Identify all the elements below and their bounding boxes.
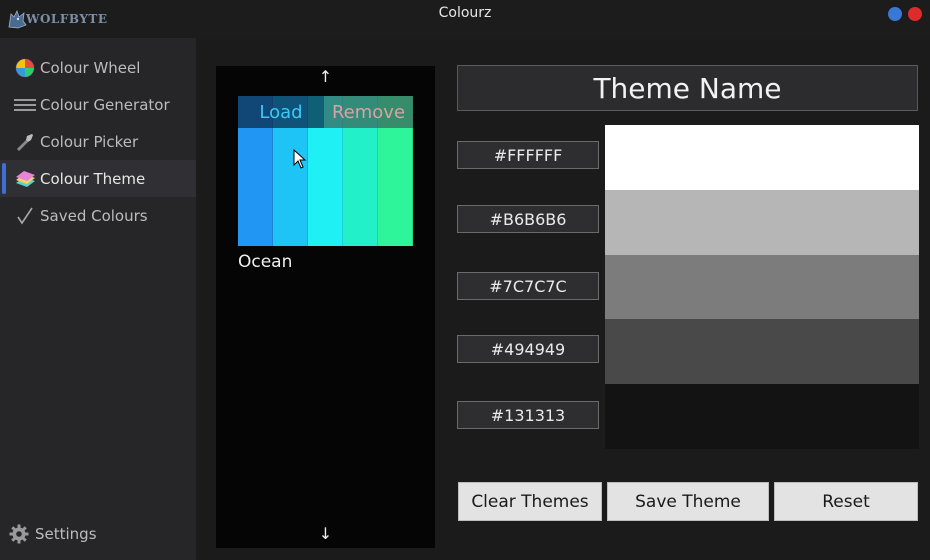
load-theme-button[interactable]: Load bbox=[238, 96, 324, 128]
sidebar-item-colour-theme[interactable]: Colour Theme bbox=[0, 160, 196, 197]
hex-input[interactable]: #7C7C7C bbox=[457, 272, 599, 300]
hex-input[interactable]: #131313 bbox=[457, 401, 599, 429]
checkmark-icon bbox=[14, 205, 36, 227]
sidebar-item-label: Saved Colours bbox=[40, 206, 148, 225]
eyedropper-icon bbox=[14, 131, 36, 153]
active-indicator bbox=[2, 163, 6, 194]
color-preview-swatch[interactable] bbox=[605, 254, 919, 320]
sidebar-item-label: Colour Wheel bbox=[40, 58, 141, 77]
sidebar-item-label: Colour Picker bbox=[40, 132, 139, 151]
sidebar-item-colour-wheel[interactable]: Colour Wheel bbox=[0, 49, 196, 86]
scroll-up-arrow-icon[interactable]: ↑ bbox=[216, 67, 435, 86]
theme-color-preview bbox=[605, 125, 919, 449]
theme-name-input[interactable]: Theme Name bbox=[457, 65, 918, 111]
theme-card[interactable]: Load Remove bbox=[238, 96, 413, 246]
sidebar-item-colour-picker[interactable]: Colour Picker bbox=[0, 123, 196, 160]
hex-input[interactable]: #494949 bbox=[457, 335, 599, 363]
scroll-down-arrow-icon[interactable]: ↓ bbox=[216, 524, 435, 543]
close-button[interactable] bbox=[908, 7, 922, 21]
theme-list-panel: ↑ Load Remove Ocean ↓ bbox=[216, 66, 435, 548]
sidebar-item-saved-colours[interactable]: Saved Colours bbox=[0, 197, 196, 234]
lines-icon bbox=[14, 94, 36, 116]
settings-label: Settings bbox=[35, 525, 97, 543]
sidebar-item-label: Colour Generator bbox=[40, 95, 170, 114]
mouse-cursor-icon bbox=[293, 149, 307, 169]
sidebar-item-label: Colour Theme bbox=[40, 169, 146, 188]
color-preview-swatch[interactable] bbox=[605, 125, 919, 190]
title-bar: WOLFBYTE Colourz bbox=[0, 0, 930, 38]
color-preview-swatch[interactable] bbox=[605, 189, 919, 255]
minimize-button[interactable] bbox=[888, 7, 902, 21]
gear-icon bbox=[8, 523, 30, 545]
palette-stack-icon bbox=[14, 168, 36, 190]
clear-themes-button[interactable]: Clear Themes bbox=[458, 482, 602, 521]
window-title: Colourz bbox=[438, 5, 492, 21]
sidebar-item-colour-generator[interactable]: Colour Generator bbox=[0, 86, 196, 123]
hex-input[interactable]: #FFFFFF bbox=[457, 141, 599, 169]
settings-button[interactable]: Settings bbox=[8, 520, 97, 548]
sidebar: Colour Wheel Colour Generator Colour Pic… bbox=[0, 38, 196, 560]
color-preview-swatch[interactable] bbox=[605, 319, 919, 385]
color-preview-swatch[interactable] bbox=[605, 384, 919, 449]
colour-wheel-icon bbox=[14, 57, 36, 79]
theme-name-label: Ocean bbox=[238, 252, 293, 272]
theme-card-actions: Load Remove bbox=[238, 96, 413, 128]
save-theme-button[interactable]: Save Theme bbox=[607, 482, 769, 521]
hex-input[interactable]: #B6B6B6 bbox=[457, 205, 599, 233]
app-window: WOLFBYTE Colourz Colour Wheel Colour Gen… bbox=[0, 0, 930, 560]
reset-button[interactable]: Reset bbox=[774, 482, 918, 521]
remove-theme-button[interactable]: Remove bbox=[324, 96, 413, 128]
